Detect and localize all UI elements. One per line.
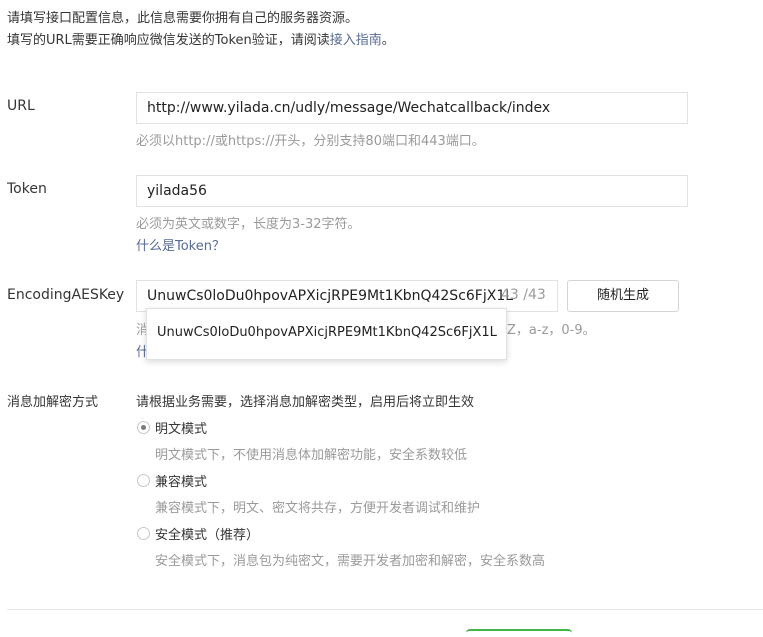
autocomplete-item[interactable]: UnuwCs0loDu0hpovAPXicjRPE9Mt1KbnQ42Sc6Fj…	[157, 325, 497, 340]
intro-text: 请填写接口配置信息，此信息需要你拥有自己的服务器资源。 填写的URL需要正确响应…	[7, 8, 395, 52]
secure-mode-desc: 安全模式下，消息包为纯密文，需要开发者加密和解密，安全系数高	[155, 554, 546, 569]
intro-line-2: 填写的URL需要正确响应微信发送的Token验证，请阅读接入指南。	[7, 30, 395, 52]
intro-line-2-prefix: 填写的URL需要正确响应微信发送的Token验证，请阅读	[7, 33, 330, 48]
random-generate-button[interactable]: 随机生成	[567, 280, 679, 312]
radio-secure-label[interactable]: 安全模式（推荐）	[155, 524, 259, 543]
radio-compatible-label[interactable]: 兼容模式	[155, 471, 207, 490]
submit-button-edge[interactable]	[466, 629, 572, 637]
encryption-mode-intro: 请根据业务需要，选择消息加解密类型，启用后将立即生效	[136, 395, 475, 410]
aeskey-label: EncodingAESKey	[7, 287, 125, 303]
radio-plaintext-mode[interactable]	[137, 421, 150, 434]
intro-line-2-suffix: 。	[381, 33, 395, 48]
access-guide-link[interactable]: 接入指南	[330, 33, 382, 48]
encryption-mode-label: 消息加解密方式	[7, 395, 99, 410]
radio-secure-mode[interactable]	[137, 527, 150, 540]
token-input[interactable]: yilada56	[136, 175, 688, 207]
aeskey-autocomplete-dropdown[interactable]: UnuwCs0loDu0hpovAPXicjRPE9Mt1KbnQ42Sc6Fj…	[146, 308, 507, 360]
plaintext-mode-desc: 明文模式下，不使用消息体加解密功能，安全系数较低	[155, 448, 468, 463]
token-tip: 必须为英文或数字，长度为3-32字符。	[136, 217, 361, 232]
url-label: URL	[7, 98, 35, 114]
intro-line-1: 请填写接口配置信息，此信息需要你拥有自己的服务器资源。	[7, 11, 359, 26]
url-tip: 必须以http://或https://开头，分别支持80端口和443端口。	[136, 134, 485, 149]
radio-plaintext-label[interactable]: 明文模式	[155, 418, 207, 437]
token-label: Token	[7, 181, 47, 197]
form-divider	[7, 609, 763, 610]
url-input[interactable]: http://www.yilada.cn/udly/message/Wechat…	[136, 92, 688, 124]
compatible-mode-desc: 兼容模式下，明文、密文将共存，方便开发者调试和维护	[155, 501, 481, 516]
aeskey-char-counter: 43 /43	[501, 287, 546, 303]
radio-compatible-mode[interactable]	[137, 474, 150, 487]
aeskey-tip-end: Z，a-z，0-9。	[507, 323, 596, 338]
what-is-token-link[interactable]: 什么是Token？	[136, 235, 225, 254]
